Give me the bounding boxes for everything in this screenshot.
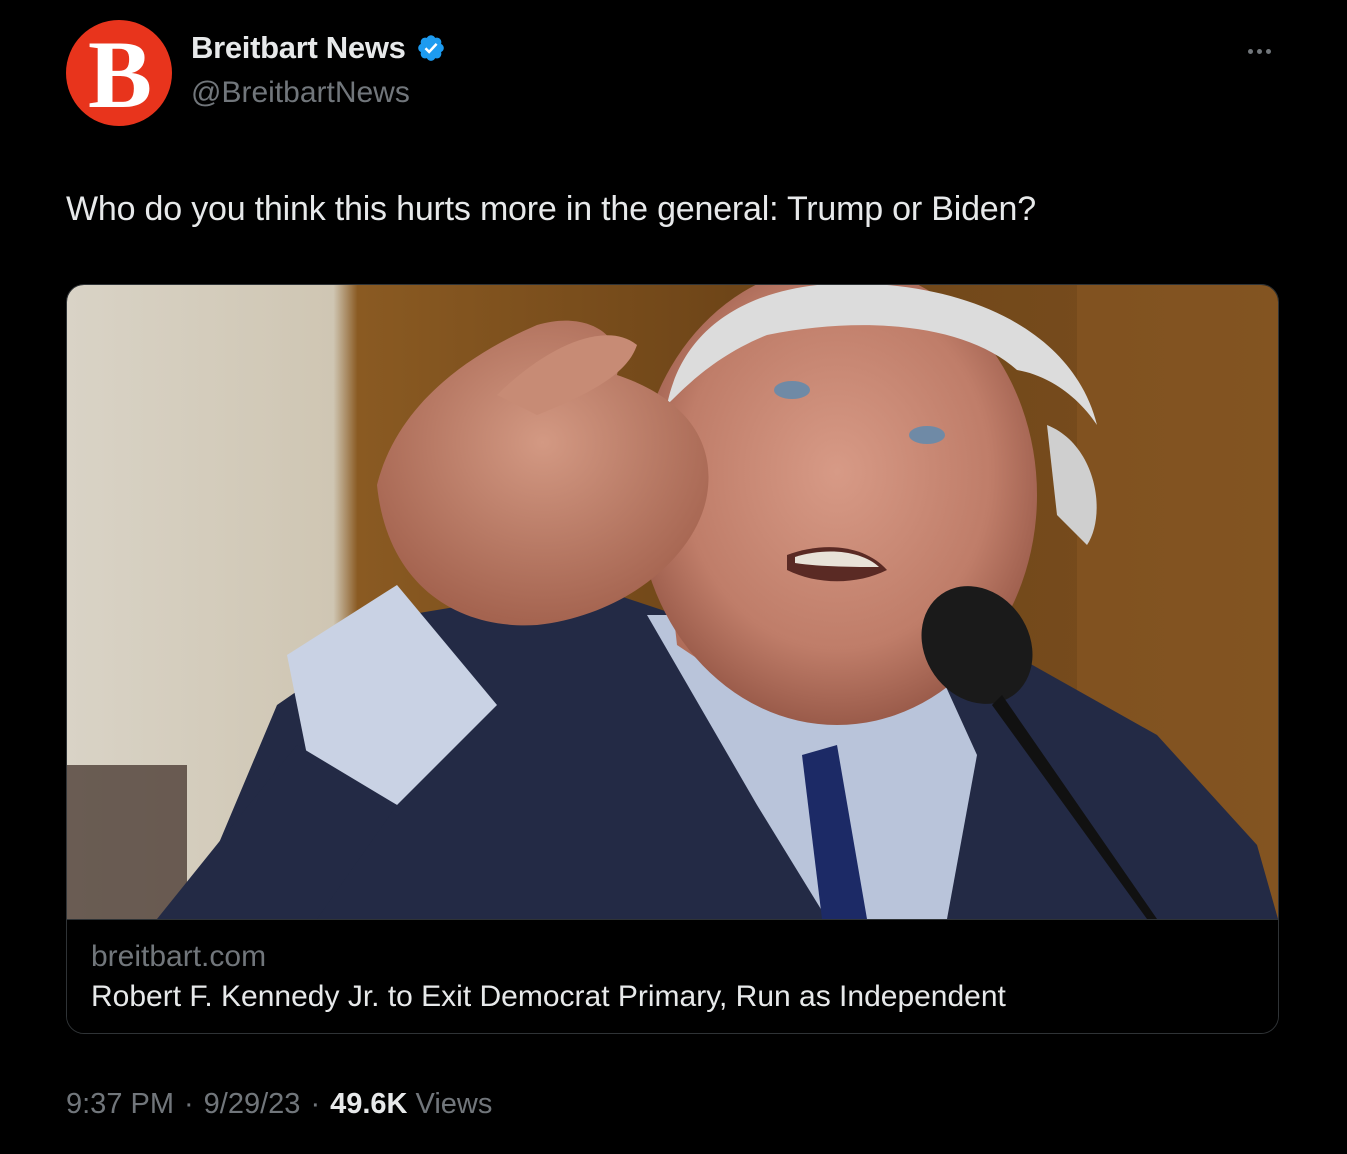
views-count[interactable]: 49.6K <box>330 1088 407 1121</box>
tweet-meta: 9:37 PM · 9/29/23 · 49.6K Views <box>66 1088 492 1121</box>
tweet: B Breitbart News @BreitbartNews Who do y… <box>0 0 1347 1154</box>
meta-separator: · <box>184 1088 194 1120</box>
tweet-text: Who do you think this hurts more in the … <box>66 190 1036 228</box>
avatar[interactable]: B <box>66 20 172 126</box>
tweet-time[interactable]: 9:37 PM <box>66 1088 174 1121</box>
link-preview-card[interactable]: breitbart.com Robert F. Kennedy Jr. to E… <box>66 284 1279 1034</box>
card-domain: breitbart.com <box>91 940 267 973</box>
more-options-icon <box>1247 48 1253 54</box>
author-handle[interactable]: @BreitbartNews <box>191 76 410 110</box>
card-title[interactable]: Robert F. Kennedy Jr. to Exit Democrat P… <box>91 980 1006 1014</box>
verified-badge-icon <box>417 35 444 61</box>
more-options-icon-dot <box>1265 48 1271 54</box>
author-name[interactable]: Breitbart News <box>191 30 406 66</box>
more-options-button[interactable] <box>1239 36 1279 66</box>
meta-separator: · <box>310 1088 321 1120</box>
avatar-logo-letter: B <box>87 21 152 126</box>
card-photo[interactable] <box>67 285 1278 919</box>
author-name-row[interactable]: Breitbart News <box>191 30 446 66</box>
more-options-icon-dot <box>1256 48 1262 54</box>
tweet-date[interactable]: 9/29/23 <box>204 1088 301 1121</box>
card-footer[interactable]: breitbart.com Robert F. Kennedy Jr. to E… <box>67 919 1278 1033</box>
views-label: Views <box>415 1088 493 1120</box>
